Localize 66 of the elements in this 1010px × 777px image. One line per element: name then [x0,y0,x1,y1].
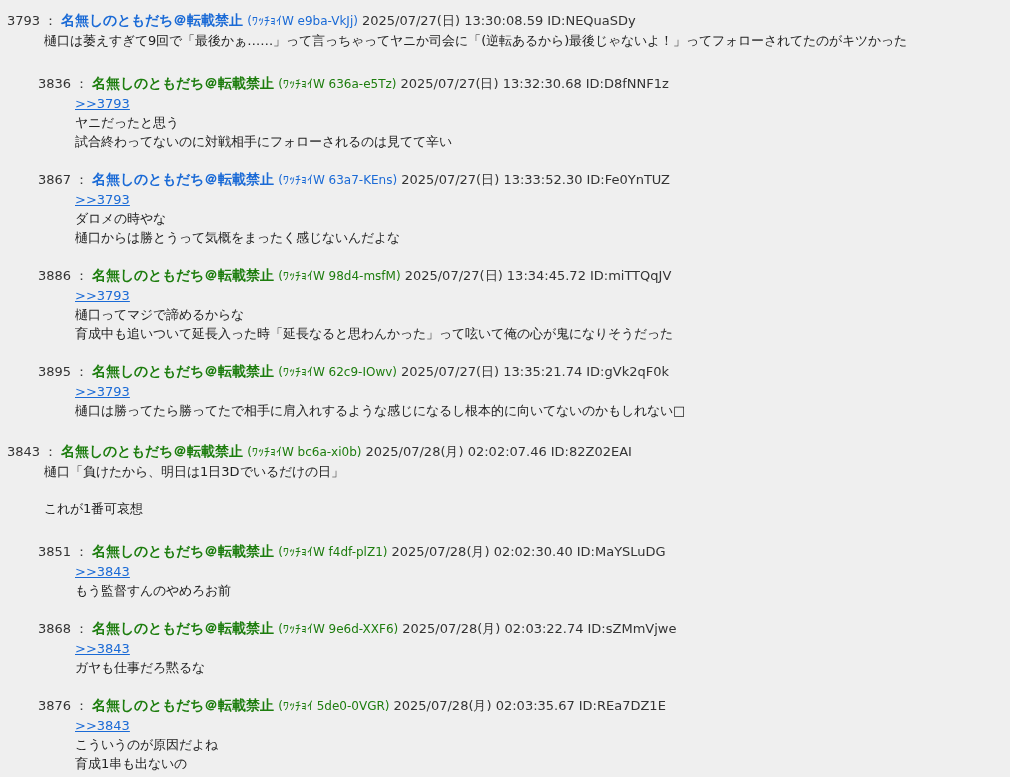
reply-anchor-link[interactable]: >>3793 [75,382,130,401]
post-number: 3843 ： [7,443,58,461]
poster-trip: (ﾜｯﾁｮｲW f4df-plZ1) [278,544,388,561]
poster-trip: (ﾜｯﾁｮｲ 5de0-0VGR) [278,698,390,715]
poster-trip: (ﾜｯﾁｮｲW 98d4-msfM) [278,268,401,285]
reply-anchor-link[interactable]: >>3843 [75,562,130,581]
post-text: 育成中も追いついて延長入った時「延長なると思わんかった」って呟いて俺の心が鬼になりそうだった [75,325,674,343]
poster-id: ID:D8fNNF1z [585,75,669,93]
post-datetime: 2025/07/27(日) 13:33:52.30 [401,171,583,189]
post-datetime: 2025/07/28(月) 02:02:07.46 [365,443,547,461]
post-text: 樋口ってマジで諦めるからな [75,306,245,324]
post-text: これが1番可哀想 [44,500,145,518]
reply-anchor-link[interactable]: >>3793 [75,286,130,305]
post-number: 3886 ： [38,267,89,285]
reply-anchor-link[interactable]: >>3843 [75,716,130,735]
post-number: 3793 ： [7,12,58,30]
poster-id: ID:NEQuaSDy [547,12,636,30]
poster-id: ID:MaYSLuDG [576,543,666,561]
poster-name: 名無しのともだち＠転載禁止 [61,442,244,461]
poster-trip: (ﾜｯﾁｮｲW e9ba-VkJj) [247,13,358,30]
post-text: ガヤも仕事だろ黙るな [75,659,206,677]
poster-id: ID:Fe0YnTUZ [586,171,670,189]
poster-name: 名無しのともだち＠転載禁止 [92,619,275,638]
poster-name: 名無しのともだち＠転載禁止 [92,266,275,285]
post-datetime: 2025/07/27(日) 13:34:45.72 [404,267,586,285]
poster-name: 名無しのともだち＠転載禁止 [92,696,275,715]
poster-name: 名無しのともだち＠転載禁止 [92,170,275,189]
poster-id: ID:sZMmVjwe [587,620,677,638]
reply-anchor-link[interactable]: >>3843 [75,639,130,658]
post-datetime: 2025/07/28(月) 02:03:22.74 [402,620,584,638]
post-text: ダロメの時やな [75,210,167,228]
post-text: もう監督すんのやめろお前 [75,582,232,600]
post-text: 育成1串も出ないの [75,755,189,773]
poster-id: ID:REa7DZ1E [578,697,666,715]
poster-name: 名無しのともだち＠転載禁止 [92,362,275,381]
post-number: 3867 ： [38,171,89,189]
post-number: 3876 ： [38,697,89,715]
post-text: ヤニだったと思う [75,114,180,132]
post-text: こういうのが原因だよね [75,736,219,754]
poster-id: ID:gVk2qF0k [586,363,669,381]
post-datetime: 2025/07/28(月) 02:03:35.67 [393,697,575,715]
post-number: 3836 ： [38,75,89,93]
post-text: 樋口は萎えすぎて9回で「最後かぁ……」って言っちゃってヤニか司会に「(逆転あるから)最後じゃないよ！」ってフォローされてたのがキツかった [44,32,909,50]
post-number: 3851 ： [38,543,89,561]
post-number: 3895 ： [38,363,89,381]
poster-trip: (ﾜｯﾁｮｲW 636a-e5Tz) [278,76,397,93]
post-datetime: 2025/07/27(日) 13:35:21.74 [401,363,583,381]
post-number: 3868 ： [38,620,89,638]
post-text: 試合終わってないのに対戦相手にフォローされるのは見てて辛い [75,133,453,151]
poster-trip: (ﾜｯﾁｮｲW 62c9-IOwv) [278,364,397,381]
post-datetime: 2025/07/27(日) 13:32:30.68 [400,75,582,93]
post-datetime: 2025/07/28(月) 02:02:30.40 [391,543,573,561]
post-text: 樋口「負けたから、明日は1日3Dでいるだけの日」 [44,463,345,481]
poster-name: 名無しのともだち＠転載禁止 [92,542,275,561]
poster-id: ID:82Z02EAI [550,443,632,461]
reply-anchor-link[interactable]: >>3793 [75,190,130,209]
poster-name: 名無しのともだち＠転載禁止 [92,74,275,93]
poster-trip: (ﾜｯﾁｮｲW bc6a-xi0b) [247,444,362,461]
post-text: 樋口は勝ってたら勝ってたで相手に肩入れするような感じになるし根本的に向いてないのかもしれない□ [75,402,687,420]
poster-name: 名無しのともだち＠転載禁止 [61,11,244,30]
poster-id: ID:miTTQqJV [589,267,672,285]
post-datetime: 2025/07/27(日) 13:30:08.59 [361,12,544,30]
post-text: 樋口からは勝とうって気概をまったく感じないんだよな [75,229,401,247]
poster-trip: (ﾜｯﾁｮｲW 9e6d-XXF6) [278,621,399,638]
reply-anchor-link[interactable]: >>3793 [75,94,130,113]
poster-trip: (ﾜｯﾁｮｲW 63a7-KEns) [278,172,398,189]
